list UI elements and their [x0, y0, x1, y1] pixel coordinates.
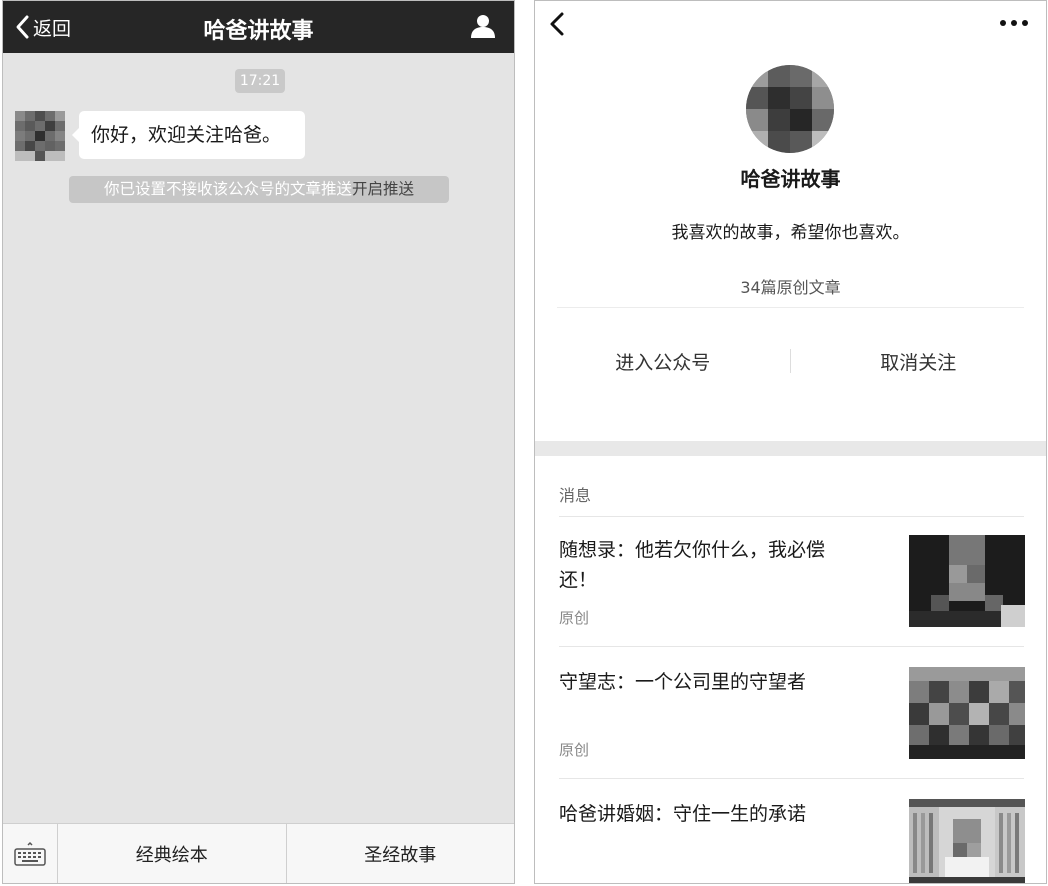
keyboard-toggle-button[interactable] — [3, 824, 58, 883]
chat-title: 哈爸讲故事 — [203, 19, 314, 44]
profile-actions: 进入公众号 取消关注 — [535, 341, 1046, 381]
article-thumbnail — [909, 799, 1025, 883]
profile-button[interactable] — [470, 13, 496, 39]
section-gap — [535, 441, 1046, 456]
account-name: 哈爸讲故事 — [740, 167, 841, 191]
unfollow-button[interactable]: 取消关注 — [791, 341, 1047, 381]
account-bio: 我喜欢的故事，希望你也喜欢。 — [671, 223, 910, 243]
divider — [557, 307, 1024, 308]
article-title: 守望志：一个公司里的守望者 — [559, 671, 807, 693]
chevron-left-icon[interactable] — [545, 11, 569, 37]
article-tag: 原创 — [559, 741, 590, 759]
enter-account-button[interactable]: 进入公众号 — [535, 341, 791, 381]
article-thumbnail — [909, 667, 1025, 759]
menu-button-picture-books[interactable]: 经典绘本 — [58, 824, 286, 883]
person-icon — [471, 15, 495, 38]
bottom-menu: 经典绘本 圣经故事 — [3, 823, 514, 883]
avatar — [746, 65, 834, 153]
article-thumbnail — [909, 535, 1025, 627]
notice-text: 你已设置不接收该公众号的文章推送 — [103, 180, 352, 198]
section-title: 消息 — [559, 486, 592, 505]
article-tag: 原创 — [559, 609, 590, 627]
profile-screen: 哈爸讲故事 我喜欢的故事，希望你也喜欢。 34篇原创文章 进入公众号 取消关注 … — [534, 0, 1047, 884]
divider — [559, 516, 1024, 517]
divider — [559, 646, 1024, 647]
message-bubble: 你好，欢迎关注哈爸。 — [72, 111, 305, 159]
article-count[interactable]: 34篇原创文章 — [535, 274, 1046, 298]
chat-screen: 返回 哈爸讲故事 17:21 你好，欢迎关注哈爸。 你已设置不接收该公众号的文章… — [2, 0, 515, 884]
keyboard-icon — [14, 841, 46, 866]
menu-button-bible-stories[interactable]: 圣经故事 — [285, 824, 515, 883]
divider — [559, 778, 1024, 779]
divider — [790, 349, 791, 373]
more-icon[interactable] — [998, 13, 1030, 33]
article-title: 随想录：他若欠你什么，我必偿还！ — [559, 539, 826, 591]
message-timestamp: 17:21 — [235, 69, 285, 93]
article-title: 哈爸讲婚姻：守住一生的承诺 — [559, 803, 807, 825]
enable-push-link[interactable]: 开启推送 — [352, 180, 414, 198]
article-item[interactable]: 哈爸讲婚姻：守住一生的承诺 — [559, 799, 1025, 883]
avatar[interactable] — [15, 111, 65, 161]
chat-header: 返回 哈爸讲故事 — [3, 1, 514, 53]
system-notice: 你已设置不接收该公众号的文章推送开启推送 — [69, 176, 449, 203]
